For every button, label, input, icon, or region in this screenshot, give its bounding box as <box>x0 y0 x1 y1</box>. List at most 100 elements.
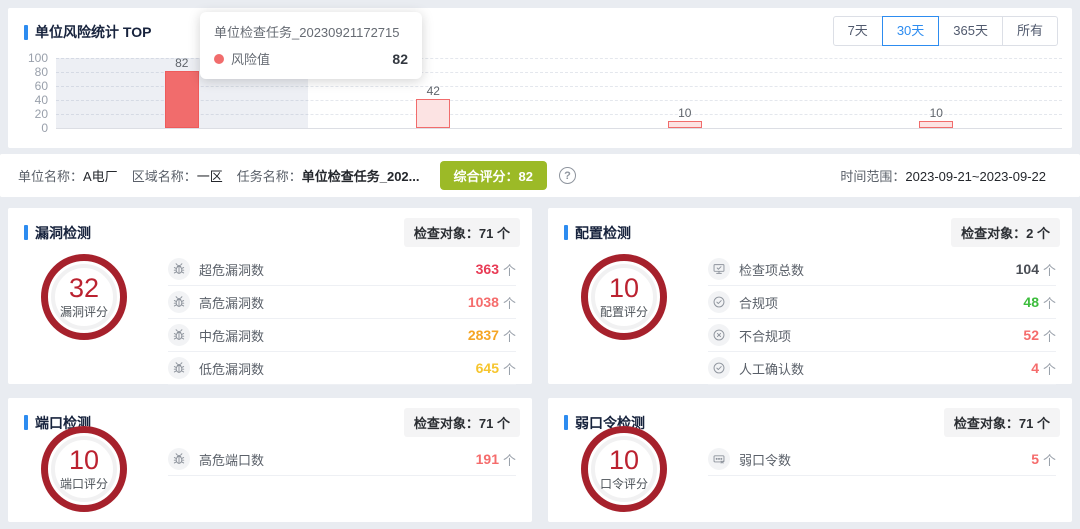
stat-unit: 个 <box>1043 293 1056 312</box>
gauge-label: 端口评分 <box>60 475 108 492</box>
bar-column-4[interactable]: 10 <box>811 58 1063 128</box>
stat-value: 4 <box>1031 360 1039 376</box>
stat-label: 人工确认数 <box>739 359 804 378</box>
bar-value-label: 10 <box>678 106 691 120</box>
title-accent-bar <box>564 225 568 240</box>
y-tick-60: 60 <box>8 79 48 93</box>
unit-name-field: 单位名称：A电厂 <box>18 166 118 185</box>
stat-value: 2837 <box>468 327 499 343</box>
target-count-badge: 检查对象：71 个 <box>404 408 520 437</box>
bug-icon <box>168 448 190 470</box>
gauge-label: 口令评分 <box>600 475 648 492</box>
stat-label: 超危漏洞数 <box>199 260 264 279</box>
region-name-field: 区域名称：一区 <box>132 166 223 185</box>
gauge-score: 10 <box>609 447 639 474</box>
range-button-7d[interactable]: 7天 <box>833 16 883 46</box>
tooltip-series-label: 风险值 <box>231 49 270 68</box>
stat-label: 弱口令数 <box>739 450 791 469</box>
task-name-label: 任务名称： <box>237 169 302 184</box>
stat-unit: 个 <box>1043 260 1056 279</box>
stat-value: 363 <box>476 261 499 277</box>
bar-column-3[interactable]: 10 <box>559 58 811 128</box>
stat-row-manual-confirm: 人工确认数 4 个 <box>708 352 1056 385</box>
stat-unit: 个 <box>503 260 516 279</box>
target-count-value: 71 个 <box>479 416 510 431</box>
bar-risk-82[interactable]: 82 <box>165 71 199 128</box>
stat-row-high-vulns: 高危漏洞数 1038 个 <box>168 286 516 319</box>
check-circle-icon <box>708 291 730 313</box>
stat-value: 191 <box>476 451 499 467</box>
stat-value: 52 <box>1023 327 1039 343</box>
bar-value-label: 82 <box>175 56 188 70</box>
port-card: 端口检测 检查对象：71 个 10 端口评分 高危端口数 191 个 <box>8 398 532 522</box>
stat-row-weak-passwords: 弱口令数 5 个 <box>708 443 1056 476</box>
stat-label: 不合规项 <box>739 326 791 345</box>
stat-unit: 个 <box>1043 450 1056 469</box>
title-accent-bar <box>24 415 28 430</box>
card-title-block: 漏洞检测 <box>24 223 91 243</box>
time-range-field: 时间范围：2023-09-21~2023-09-22 <box>840 166 1046 185</box>
y-tick-80: 80 <box>8 65 48 79</box>
bar-value-label: 10 <box>930 106 943 120</box>
gauge-score: 10 <box>69 447 99 474</box>
stat-row-medium-vulns: 中危漏洞数 2837 个 <box>168 319 516 352</box>
stat-row-critical-vulns: 超危漏洞数 363 个 <box>168 253 516 286</box>
stat-label: 高危漏洞数 <box>199 293 264 312</box>
target-count-label: 检查对象： <box>961 226 1026 241</box>
stat-unit: 个 <box>1043 326 1056 345</box>
time-range-value: 2023-09-21~2023-09-22 <box>905 169 1046 184</box>
help-icon[interactable]: ? <box>559 167 576 184</box>
y-tick-40: 40 <box>8 93 48 107</box>
target-count-badge: 检查对象：71 个 <box>404 218 520 247</box>
password-icon <box>708 448 730 470</box>
unit-name-value: A电厂 <box>83 169 118 184</box>
monitor-check-icon <box>708 258 730 280</box>
stat-label: 中危漏洞数 <box>199 326 264 345</box>
tooltip-task-name: 单位检查任务_20230921172715 <box>214 22 408 41</box>
risk-chart-panel: 单位风险统计 TOP 7天 30天 365天 所有 100 80 60 40 2… <box>8 8 1072 148</box>
stat-unit: 个 <box>503 326 516 345</box>
time-range-button-group: 7天 30天 365天 所有 <box>833 16 1058 46</box>
stat-value: 48 <box>1023 294 1039 310</box>
target-count-label: 检查对象： <box>954 416 1019 431</box>
chart-tooltip: 单位检查任务_20230921172715 风险值 82 <box>200 12 422 79</box>
unit-name-label: 单位名称： <box>18 169 83 184</box>
y-axis-ticks: 100 80 60 40 20 0 <box>8 8 52 148</box>
bar-risk-42[interactable]: 42 <box>416 99 450 128</box>
card-title: 漏洞检测 <box>35 223 91 243</box>
task-name-value: 单位检查任务_202... <box>302 169 420 184</box>
target-count-badge: 检查对象：2 个 <box>951 218 1060 247</box>
score-gauge: 10 口令评分 <box>581 426 667 512</box>
stat-row-high-risk-ports: 高危端口数 191 个 <box>168 443 516 476</box>
check-circle-icon <box>708 357 730 379</box>
target-count-badge: 检查对象：71 个 <box>944 408 1060 437</box>
range-button-365d[interactable]: 365天 <box>938 16 1003 46</box>
stat-unit: 个 <box>503 359 516 378</box>
stat-row-total-checks: 检查项总数 104 个 <box>708 253 1056 286</box>
x-circle-icon <box>708 324 730 346</box>
title-accent-bar <box>24 225 28 240</box>
score-gauge: 10 配置评分 <box>581 254 667 340</box>
bar-risk-10b[interactable]: 10 <box>919 121 953 128</box>
stat-row-noncompliant: 不合规项 52 个 <box>708 319 1056 352</box>
overall-score-badge: 综合评分：82 <box>440 161 547 190</box>
tooltip-series-value: 82 <box>392 51 408 67</box>
y-tick-100: 100 <box>8 51 48 65</box>
range-button-all[interactable]: 所有 <box>1002 16 1058 46</box>
stat-value: 104 <box>1016 261 1039 277</box>
range-button-30d[interactable]: 30天 <box>882 16 939 46</box>
stat-unit: 个 <box>1043 359 1056 378</box>
gauge-label: 漏洞评分 <box>60 303 108 320</box>
bar-risk-10a[interactable]: 10 <box>668 121 702 128</box>
bar-value-label: 42 <box>427 84 440 98</box>
stat-label: 合规项 <box>739 293 778 312</box>
stat-label: 低危漏洞数 <box>199 359 264 378</box>
vulnerability-card: 漏洞检测 检查对象：71 个 32 漏洞评分 超危漏洞数 363 个 高危漏洞数… <box>8 208 532 384</box>
series-dot-icon <box>214 54 224 64</box>
score-gauge: 32 漏洞评分 <box>41 254 127 340</box>
bug-icon <box>168 324 190 346</box>
configuration-card: 配置检测 检查对象：2 个 10 配置评分 检查项总数 104 个 合规项 48… <box>548 208 1072 384</box>
stat-value: 5 <box>1031 451 1039 467</box>
stat-row-low-vulns: 低危漏洞数 645 个 <box>168 352 516 385</box>
y-tick-0: 0 <box>8 121 48 135</box>
